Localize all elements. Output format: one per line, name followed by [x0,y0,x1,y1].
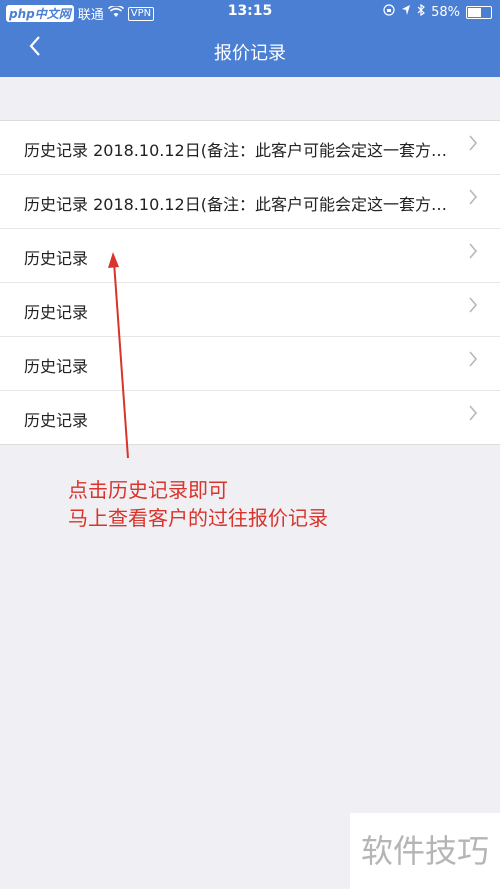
annotation-line-1: 点击历史记录即可 [68,478,228,502]
watermark: 软件技巧 [350,813,500,889]
annotation-text: 点击历史记录即可 马上查看客户的过往报价记录 [68,476,328,532]
annotation-arrow [108,252,129,459]
annotation-line-2: 马上查看客户的过往报价记录 [68,506,328,530]
